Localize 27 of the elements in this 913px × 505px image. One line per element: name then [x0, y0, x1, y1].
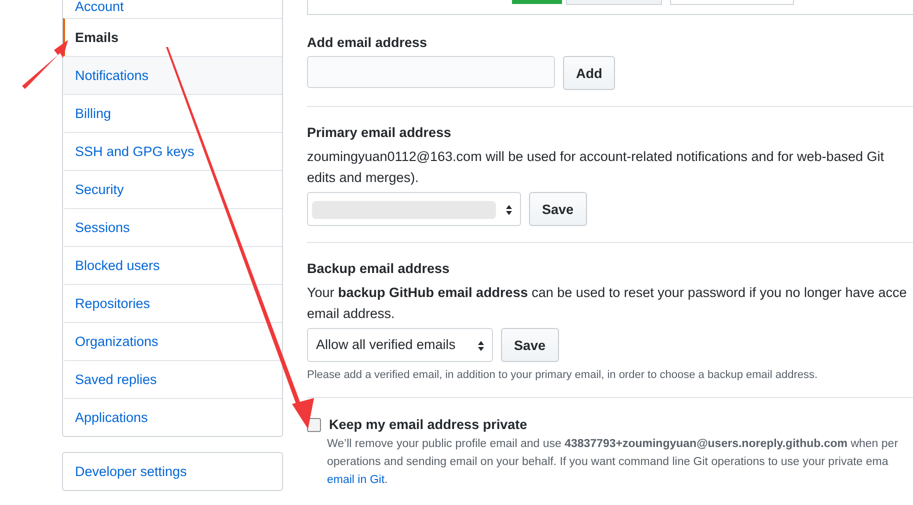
redacted-select[interactable] [307, 192, 521, 226]
description-text: zoumingyuan0112@163.com will be used for account-related notifications and for web-based Git [307, 148, 886, 166]
select-arrows-icon [477, 340, 485, 352]
backup-select[interactable]: Allow all verified emails [307, 328, 493, 362]
email-input[interactable] [307, 56, 555, 88]
save-button[interactable]: Save [501, 328, 559, 362]
section-title: Backup email address [307, 260, 451, 278]
select-arrows-icon [505, 204, 513, 216]
save-button[interactable]: Save [529, 192, 587, 226]
description-text: edits and merges). [307, 169, 420, 187]
description-text: email address. [307, 305, 396, 323]
checkbox-label: Keep my email address private [329, 417, 528, 432]
section-title: Add email address [307, 34, 428, 52]
annotation-arrow [20, 39, 68, 90]
punctuation-text: . [384, 474, 388, 486]
git-email-link[interactable]: email in Git [327, 474, 385, 486]
sidebar-item[interactable]: Applications [63, 398, 282, 436]
sidebar-item[interactable]: Notifications [63, 56, 282, 94]
section-title: Primary email address [307, 124, 452, 142]
sidebar-item[interactable]: Saved replies [63, 360, 282, 398]
add-button[interactable]: Add [563, 56, 616, 90]
description-text: Your backup GitHub email address can be used to reset your password if you no longer have acce [307, 284, 908, 302]
hint-text: Please add a verified email, in addition to your primary email, in order to choose a backup email address. [307, 369, 819, 381]
description-text: operations and sending email on your behalf. If you want command line Git operations to use your private ema [327, 455, 890, 470]
sidebar-item[interactable]: Account [63, 0, 282, 18]
sidebar-item[interactable]: Developer settings [63, 453, 282, 490]
description-text: We’ll remove your public profile email and use 43837793+zoumingyuan@users.noreply.github.com when per [327, 437, 900, 452]
